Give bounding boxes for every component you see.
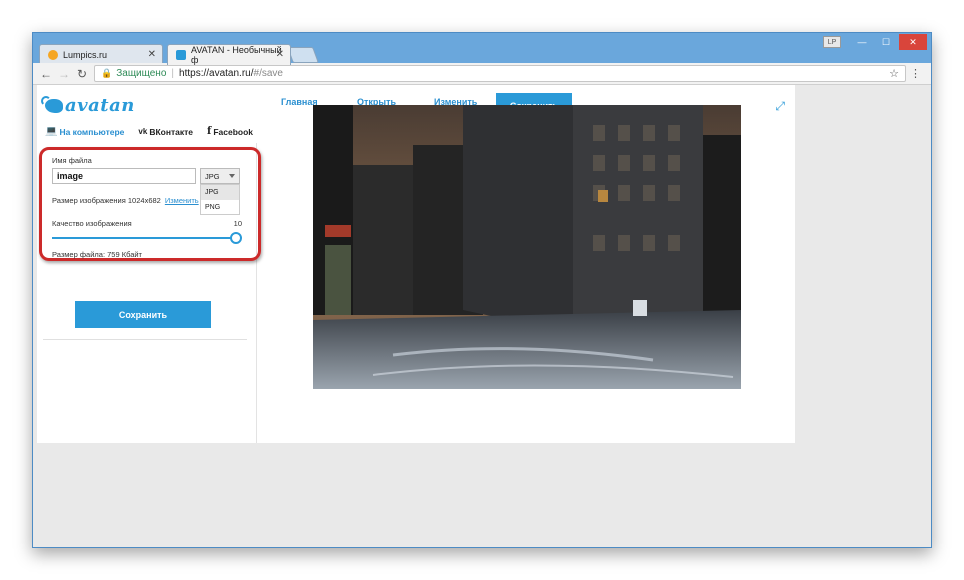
minimize-icon[interactable]: — xyxy=(851,34,873,50)
lock-icon: 🔒 xyxy=(101,68,113,78)
tab-facebook-label: Facebook xyxy=(213,126,254,137)
tab-strip: Lumpics.ru ✕ AVATAN - Необычный ф ✕ LP —… xyxy=(33,33,931,65)
bookmark-star-icon[interactable]: ☆ xyxy=(889,67,899,80)
file-size-label: Размер файла: 759 Кбайт xyxy=(52,250,142,259)
reload-icon[interactable]: ↻ xyxy=(73,67,91,81)
quality-row: Качество изображения 10 xyxy=(52,219,242,228)
quality-value: 10 xyxy=(233,219,242,228)
fullscreen-expand-icon[interactable]: ⤢ xyxy=(775,99,785,114)
quality-slider-track[interactable] xyxy=(52,237,236,239)
browser-window: Lumpics.ru ✕ AVATAN - Необычный ф ✕ LP —… xyxy=(32,32,932,548)
close-tab-icon[interactable]: ✕ xyxy=(276,49,284,60)
avatan-favicon-icon xyxy=(176,50,186,60)
tab-vk-label: ВКонтакте xyxy=(149,126,194,137)
format-option-png[interactable]: PNG xyxy=(201,200,239,215)
image-size-row: Размер изображения 1024x682 Изменить xyxy=(52,196,199,205)
highlighted-settings-box: Имя файла image JPG JPG PNG Размер изобр… xyxy=(39,147,261,261)
save-destination-tabs: 💻 На компьютере vk ВКонтакте f Facebook xyxy=(45,126,253,137)
forward-icon[interactable]: → xyxy=(55,67,73,81)
logo-text: avatan xyxy=(65,95,135,116)
vk-icon: vk xyxy=(138,127,148,136)
city-street-photo xyxy=(313,105,741,389)
avatan-page: avatan Главная Открыть Изменить Сохранит… xyxy=(37,85,795,443)
format-select[interactable]: JPG xyxy=(200,168,240,184)
filename-input[interactable]: image xyxy=(52,168,196,184)
user-badge[interactable]: LP xyxy=(823,36,841,48)
image-size-label: Размер изображения 1024x682 xyxy=(52,196,161,205)
browser-menu-icon[interactable]: ⋮ xyxy=(910,67,921,80)
format-dropdown-list: JPG PNG xyxy=(200,184,240,215)
close-tab-icon[interactable]: ✕ xyxy=(148,49,156,60)
laptop-icon: 💻 xyxy=(45,126,58,137)
format-selected: JPG xyxy=(205,171,220,181)
url-host: https://avatan.ru/ xyxy=(179,68,254,79)
preview-photo xyxy=(313,105,741,389)
new-tab-button[interactable] xyxy=(287,47,319,63)
format-option-jpg[interactable]: JPG xyxy=(201,185,239,200)
address-bar[interactable]: 🔒 Защищено | https://avatan.ru/#/save ☆ xyxy=(94,65,906,82)
change-size-link[interactable]: Изменить xyxy=(165,196,199,205)
tab-avatan[interactable]: AVATAN - Необычный ф ✕ xyxy=(167,44,291,65)
chevron-down-icon xyxy=(229,174,235,178)
maximize-icon[interactable]: ☐ xyxy=(875,34,897,50)
back-icon[interactable]: ← xyxy=(37,67,55,81)
separator: | xyxy=(171,68,175,79)
save-settings-panel: Имя файла image JPG JPG PNG Размер изобр… xyxy=(37,143,261,443)
browser-toolbar: ← → ↻ 🔒 Защищено | https://avatan.ru/#/s… xyxy=(33,63,931,85)
url-path: #/save xyxy=(253,68,283,79)
tab-facebook[interactable]: f Facebook xyxy=(207,126,253,137)
window-controls: LP — ☐ ✕ xyxy=(823,34,927,50)
tab-title: Lumpics.ru xyxy=(63,50,108,60)
window-close-icon[interactable]: ✕ xyxy=(899,34,927,50)
bird-logo-icon xyxy=(41,95,63,113)
tab-computer-label: На компьютере xyxy=(59,126,125,137)
lumpics-favicon-icon xyxy=(48,50,58,60)
save-button[interactable]: Сохранить xyxy=(75,301,211,328)
tab-vk[interactable]: vk ВКонтакте xyxy=(138,126,193,137)
quality-label: Качество изображения xyxy=(52,219,132,228)
tab-computer[interactable]: 💻 На компьютере xyxy=(45,126,124,137)
tab-lumpics[interactable]: Lumpics.ru ✕ xyxy=(39,44,163,65)
quality-slider-handle[interactable] xyxy=(230,232,242,244)
filename-label: Имя файла xyxy=(52,156,92,165)
avatan-logo[interactable]: avatan xyxy=(41,95,135,116)
security-label: Защищено xyxy=(116,68,167,79)
page-viewport: avatan Главная Открыть Изменить Сохранит… xyxy=(33,85,931,547)
divider xyxy=(43,339,247,340)
facebook-icon: f xyxy=(207,126,212,137)
